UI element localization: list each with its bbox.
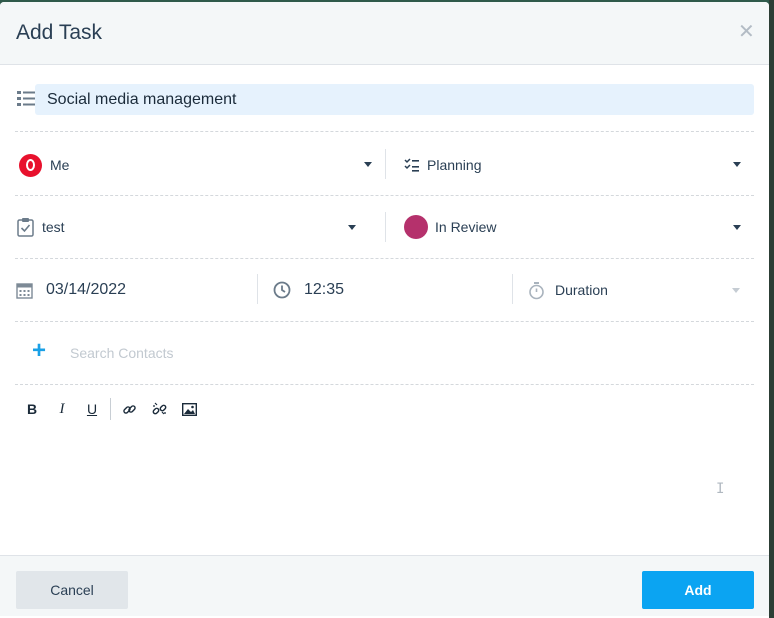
- divider: [15, 384, 754, 385]
- divider: [385, 149, 386, 179]
- text-cursor-icon: I: [716, 481, 725, 497]
- status-label: In Review: [435, 219, 497, 235]
- plus-icon[interactable]: +: [32, 339, 46, 363]
- dialog-title: Add Task: [16, 21, 102, 44]
- status-select[interactable]: In Review: [404, 215, 744, 239]
- time-value: 12:35: [304, 281, 345, 298]
- chevron-down-icon[interactable]: [733, 225, 741, 230]
- assignee-label: Me: [50, 157, 70, 173]
- unlink-icon: [152, 402, 166, 414]
- bold-button[interactable]: B: [22, 399, 42, 419]
- close-icon[interactable]: ✕: [738, 22, 755, 42]
- link-button[interactable]: [119, 399, 139, 419]
- divider: [15, 195, 754, 196]
- divider: [512, 274, 513, 304]
- chevron-down-icon[interactable]: [733, 162, 741, 167]
- cancel-button[interactable]: Cancel: [16, 571, 128, 609]
- divider: [15, 258, 754, 259]
- link-icon: [122, 404, 136, 414]
- duration-placeholder: Duration: [555, 282, 608, 298]
- description-editor[interactable]: [15, 428, 754, 552]
- date-value: 03/14/2022: [46, 281, 127, 298]
- clock-icon: [273, 281, 291, 299]
- unlink-button[interactable]: [149, 399, 169, 419]
- divider: [15, 131, 754, 132]
- image-icon: [181, 402, 197, 416]
- task-name-input[interactable]: [35, 84, 754, 115]
- chevron-down-icon[interactable]: [364, 162, 372, 167]
- divider: [257, 274, 258, 304]
- duration-select[interactable]: Duration: [528, 279, 733, 301]
- dialog-header: Add Task ✕: [0, 2, 769, 65]
- stopwatch-icon: [529, 281, 544, 299]
- board-label: test: [42, 219, 65, 235]
- avatar-icon: [19, 153, 42, 177]
- list-icon: [17, 91, 35, 106]
- backdrop-edge: [769, 0, 774, 618]
- divider: [385, 212, 386, 242]
- editor-toolbar: B I U: [22, 398, 209, 420]
- assignee-select[interactable]: Me: [19, 153, 374, 177]
- status-color-dot: [404, 215, 428, 239]
- search-contacts-input[interactable]: [60, 340, 750, 366]
- pipeline-select[interactable]: Planning: [404, 155, 744, 175]
- divider: [15, 321, 754, 322]
- chevron-down-icon[interactable]: [348, 225, 356, 230]
- chevron-down-icon[interactable]: [732, 288, 740, 293]
- dialog-footer: Cancel Add: [0, 555, 769, 616]
- toolbar-separator: [110, 398, 111, 420]
- board-select[interactable]: test: [17, 216, 357, 238]
- date-field[interactable]: 03/14/2022: [16, 279, 246, 301]
- underline-button[interactable]: U: [82, 399, 102, 419]
- add-button[interactable]: Add: [642, 571, 754, 609]
- italic-button[interactable]: I: [52, 399, 72, 419]
- image-button[interactable]: [179, 399, 199, 419]
- calendar-icon: [16, 282, 33, 299]
- checklist-icon: [404, 158, 419, 172]
- clipboard-check-icon: [17, 218, 34, 237]
- time-field[interactable]: 12:35: [273, 279, 503, 301]
- pipeline-label: Planning: [427, 157, 482, 173]
